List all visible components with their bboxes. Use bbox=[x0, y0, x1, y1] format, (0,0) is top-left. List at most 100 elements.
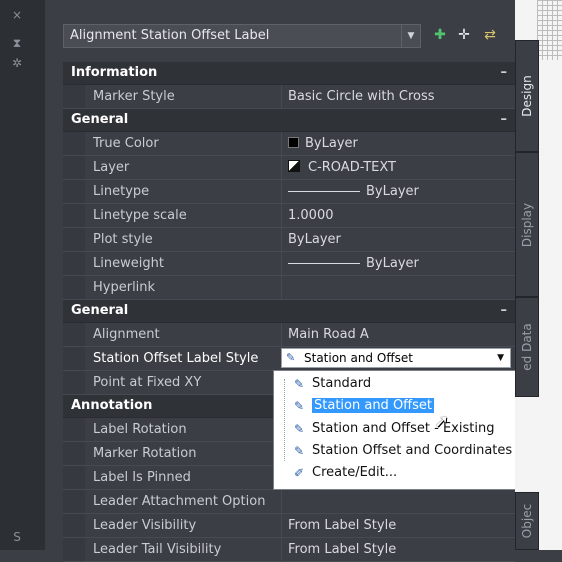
dropdown-value: Station and Offset bbox=[304, 351, 413, 365]
row-gutter bbox=[63, 228, 85, 251]
row-gutter bbox=[63, 132, 85, 155]
property-row[interactable]: Plot style ByLayer bbox=[63, 228, 515, 252]
settings-icon[interactable]: ✲ bbox=[10, 56, 24, 70]
tab-extended-data[interactable]: ed Data bbox=[515, 297, 539, 397]
property-value[interactable]: From Label Style bbox=[281, 514, 515, 537]
dropdown-option-station-offset-coordinates[interactable]: ✎ Station Offset and Coordinates bbox=[290, 441, 512, 461]
section-title: General bbox=[71, 303, 129, 318]
section-title: General bbox=[71, 112, 129, 127]
property-label: Plot style bbox=[93, 232, 153, 247]
row-gutter bbox=[63, 85, 85, 108]
dropdown-option-standard[interactable]: ✎ Standard bbox=[290, 374, 371, 394]
option-label: Station Offset and Coordinates bbox=[312, 443, 513, 458]
value-text: ByLayer bbox=[366, 184, 419, 199]
tab-label: Display bbox=[520, 202, 534, 247]
label-style-dropdown[interactable]: ✎ Station and Offset ▼ bbox=[281, 348, 511, 368]
chevron-down-icon[interactable]: ▼ bbox=[497, 349, 504, 367]
mouse-cursor-icon: ➚ bbox=[434, 411, 450, 432]
property-value[interactable]: Main Road A bbox=[281, 323, 515, 346]
row-gutter bbox=[63, 180, 85, 203]
property-label: Alignment bbox=[93, 327, 160, 342]
property-label: Layer bbox=[93, 160, 130, 175]
dropdown-option-station-and-offset[interactable]: ✎ Station and Offset bbox=[290, 396, 434, 416]
row-gutter bbox=[63, 323, 85, 346]
property-label: Lineweight bbox=[93, 256, 164, 271]
property-label: Marker Rotation bbox=[93, 446, 197, 461]
tab-label: Design bbox=[520, 75, 534, 117]
quick-select-icon[interactable]: ⇄ bbox=[481, 26, 499, 44]
collapse-icon[interactable]: – bbox=[501, 62, 508, 84]
row-gutter bbox=[63, 204, 85, 227]
property-value[interactable] bbox=[281, 490, 515, 513]
property-value[interactable]: Basic Circle with Cross bbox=[281, 85, 515, 108]
close-icon[interactable]: × bbox=[10, 8, 24, 22]
property-row[interactable]: True Color ByLayer bbox=[63, 132, 515, 156]
label-style-icon: ✎ bbox=[293, 377, 305, 391]
dropdown-option-create-edit[interactable]: ✐ Create/Edit... bbox=[290, 463, 397, 483]
drawing-grid-background bbox=[537, 0, 562, 60]
section-general[interactable]: General – bbox=[63, 109, 515, 132]
label-style-icon: ✎ bbox=[293, 422, 305, 436]
tab-display[interactable]: Display bbox=[515, 152, 539, 297]
property-row[interactable]: Linetype ByLayer bbox=[63, 180, 515, 204]
row-gutter bbox=[63, 371, 85, 394]
value-text: ByLayer bbox=[305, 136, 358, 151]
property-label: Linetype bbox=[93, 184, 150, 199]
row-gutter bbox=[63, 418, 85, 441]
property-row[interactable]: Hyperlink bbox=[63, 276, 515, 300]
property-row[interactable]: Lineweight ByLayer bbox=[63, 252, 515, 276]
collapse-icon[interactable]: – bbox=[501, 109, 508, 131]
auto-hide-icon[interactable]: ⧗ bbox=[10, 36, 24, 50]
property-value[interactable]: 1.0000 bbox=[281, 204, 515, 227]
property-label: Station Offset Label Style bbox=[93, 351, 259, 366]
pick-objects-icon[interactable]: ✛ bbox=[455, 26, 473, 44]
property-label: Label Is Pinned bbox=[93, 470, 191, 485]
property-row-label-style[interactable]: Station Offset Label Style ✎ Station and… bbox=[63, 347, 515, 371]
property-row[interactable]: Leader Attachment Option bbox=[63, 490, 515, 514]
property-value[interactable]: ByLayer bbox=[281, 180, 515, 203]
tab-design[interactable]: Design bbox=[515, 40, 539, 152]
property-label: Label Rotation bbox=[93, 422, 187, 437]
property-value[interactable] bbox=[281, 276, 515, 299]
property-row[interactable]: Linetype scale 1.0000 bbox=[63, 204, 515, 228]
section-title: Annotation bbox=[71, 398, 153, 413]
option-label: Station and Offset bbox=[312, 398, 434, 413]
right-side-area: Design Display ed Data Objec bbox=[515, 0, 562, 550]
palette-left-strip: × ⧗ ✲ S bbox=[0, 0, 46, 550]
tab-objects[interactable]: Objec bbox=[515, 492, 539, 550]
property-value[interactable]: ByLayer bbox=[281, 228, 515, 251]
add-selection-icon[interactable]: ✚ bbox=[431, 26, 449, 44]
object-type-value: Alignment Station Offset Label bbox=[70, 28, 270, 43]
property-value[interactable]: ByLayer bbox=[281, 252, 515, 275]
property-row[interactable]: Layer C-ROAD-TEXT bbox=[63, 156, 515, 180]
row-gutter bbox=[63, 490, 85, 513]
property-row[interactable]: Leader Visibility From Label Style bbox=[63, 514, 515, 538]
dropdown-option-station-and-offset-existing[interactable]: ✎ Station and Offset - Existing bbox=[290, 419, 494, 439]
collapse-icon[interactable]: – bbox=[501, 300, 508, 322]
property-value[interactable]: C-ROAD-TEXT bbox=[281, 156, 515, 179]
property-label: Leader Visibility bbox=[93, 518, 197, 533]
value-text: ByLayer bbox=[366, 256, 419, 271]
layer-swatch-icon bbox=[288, 160, 300, 172]
property-row[interactable]: Leader Tail Visibility From Label Style bbox=[63, 538, 515, 562]
property-label: Point at Fixed XY bbox=[93, 375, 202, 390]
property-row[interactable]: Marker Style Basic Circle with Cross bbox=[63, 85, 515, 109]
section-information[interactable]: Information – bbox=[63, 62, 515, 85]
value-text: C-ROAD-TEXT bbox=[308, 160, 396, 175]
row-gutter bbox=[63, 514, 85, 537]
lineweight-sample-icon bbox=[288, 263, 360, 264]
linetype-sample-icon bbox=[288, 191, 360, 192]
row-gutter bbox=[63, 252, 85, 275]
color-swatch-icon bbox=[288, 137, 299, 148]
object-type-combobox[interactable]: Alignment Station Offset Label ▼ bbox=[63, 24, 421, 48]
property-value[interactable]: ByLayer bbox=[281, 132, 515, 155]
label-style-icon: ✎ bbox=[293, 444, 305, 458]
property-row[interactable]: Alignment Main Road A bbox=[63, 323, 515, 347]
chevron-down-icon[interactable]: ▼ bbox=[401, 25, 420, 47]
palette-title-label: S bbox=[13, 530, 21, 544]
edit-style-icon: ✐ bbox=[293, 466, 305, 480]
row-gutter bbox=[63, 347, 85, 370]
section-general-label[interactable]: General – bbox=[63, 300, 515, 323]
label-style-icon: ✎ bbox=[286, 351, 296, 364]
object-type-bar: Alignment Station Offset Label ▼ ✚ ✛ ⇄ bbox=[63, 24, 510, 49]
